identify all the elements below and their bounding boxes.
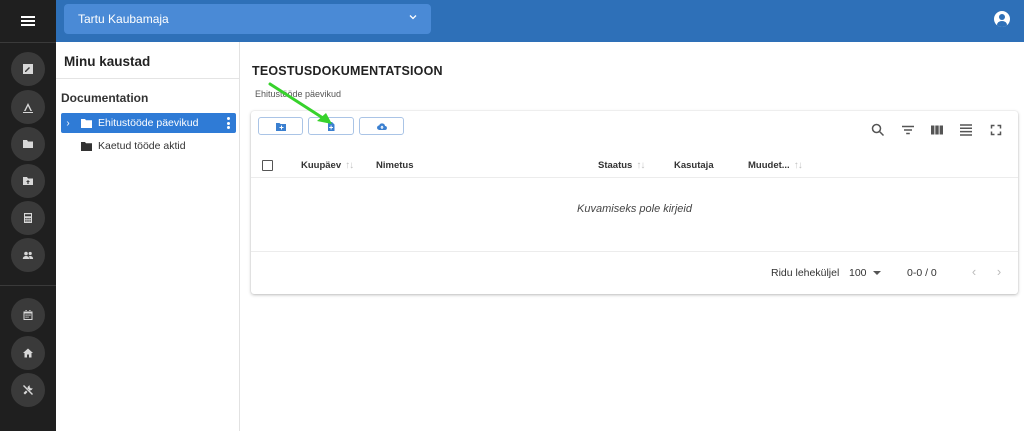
people-icon[interactable]: [11, 238, 45, 272]
folder-icon: [81, 142, 92, 151]
app-window: Tartu Kaubamaja Minu kaustad Documentati…: [0, 0, 1024, 431]
table-pagination: Ridu leheküljel 100 0-0 / 0 ‹ ›: [251, 251, 1018, 294]
cloud-upload-button[interactable]: [359, 117, 404, 135]
add-file-icon: [328, 121, 335, 131]
arrow-drop-down-icon[interactable]: [873, 271, 881, 275]
calculator-icon[interactable]: [11, 201, 45, 235]
sort-icon[interactable]: ↑↓: [636, 160, 645, 171]
left-rail: [0, 0, 56, 431]
workspace-name: Tartu Kaubamaja: [78, 12, 169, 26]
hamburger-icon[interactable]: [0, 0, 56, 42]
folders-title: Minu kaustad: [64, 54, 151, 69]
more-vert-icon[interactable]: [227, 117, 230, 129]
folder-group-label: Documentation: [61, 91, 149, 105]
top-bar: Tartu Kaubamaja: [56, 0, 1024, 42]
calendar-icon[interactable]: [11, 298, 45, 332]
previous-page-icon[interactable]: ‹: [967, 264, 981, 280]
column-header-staatus[interactable]: Staatus ↑↓: [598, 160, 645, 171]
density-icon[interactable]: [959, 123, 973, 137]
documents-table-card: Kuupäev ↑↓ Nimetus Staatus ↑↓ Kasutaja Muu…: [251, 111, 1018, 294]
main-content: TEOSTUSDOKUMENTATSIOON Ehitustööde päevi…: [240, 42, 1024, 431]
panel-divider: [56, 78, 239, 79]
column-header-nimetus[interactable]: Nimetus: [376, 160, 413, 171]
folder-item-ehitustoode-paevikud[interactable]: › Ehitustööde päevikud: [61, 113, 236, 133]
sort-icon[interactable]: ↑↓: [794, 160, 803, 171]
columns-icon[interactable]: [930, 123, 944, 137]
tools-icon[interactable]: [11, 373, 45, 407]
folder-upload-icon[interactable]: [11, 164, 45, 198]
new-folder-button[interactable]: [258, 117, 303, 135]
new-folder-icon: [275, 122, 286, 131]
folder-item-label: Ehitustööde päevikud: [98, 117, 199, 129]
folders-panel: Minu kaustad Documentation › Ehitustööde…: [56, 42, 240, 431]
select-all-checkbox[interactable]: [262, 160, 273, 171]
folder-item-kaetud-toode-aktid[interactable]: Kaetud tööde aktid: [61, 136, 236, 156]
search-icon[interactable]: [871, 123, 885, 137]
column-header-kasutaja[interactable]: Kasutaja: [674, 160, 714, 171]
add-file-button[interactable]: [308, 117, 354, 135]
edit-note-icon[interactable]: [11, 52, 45, 86]
chevron-right-icon[interactable]: ›: [61, 118, 75, 129]
breadcrumb[interactable]: Ehitustööde päevikud: [255, 89, 341, 99]
filter-icon[interactable]: [901, 123, 915, 137]
folder-item-label: Kaetud tööde aktid: [98, 140, 186, 152]
cloud-upload-icon: [376, 122, 387, 130]
page-title: TEOSTUSDOKUMENTATSIOON: [252, 64, 443, 78]
page-range: 0-0 / 0: [907, 267, 937, 279]
folder-icon: [81, 119, 92, 128]
sort-icon[interactable]: ↑↓: [345, 160, 354, 171]
workspace-select[interactable]: Tartu Kaubamaja: [64, 4, 431, 34]
next-page-icon[interactable]: ›: [992, 264, 1006, 280]
rail-divider: [0, 42, 56, 43]
signature-icon[interactable]: [11, 90, 45, 124]
empty-state-message: Kuvamiseks pole kirjeid: [577, 203, 692, 215]
column-header-muudetud[interactable]: Muudet... ↑↓: [748, 160, 803, 171]
rows-per-page-select[interactable]: 100: [849, 267, 867, 279]
table-header: Kuupäev ↑↓ Nimetus Staatus ↑↓ Kasutaja Muu…: [251, 154, 1018, 178]
account-circle-icon[interactable]: [994, 11, 1010, 27]
chevron-down-icon: [409, 15, 417, 20]
fullscreen-icon[interactable]: [989, 123, 1003, 137]
rows-per-page-label: Ridu leheküljel: [771, 267, 840, 279]
folder-icon[interactable]: [11, 127, 45, 161]
column-header-kuupaev[interactable]: Kuupäev ↑↓: [301, 160, 354, 171]
home-icon[interactable]: [11, 336, 45, 370]
rail-divider: [0, 285, 56, 286]
